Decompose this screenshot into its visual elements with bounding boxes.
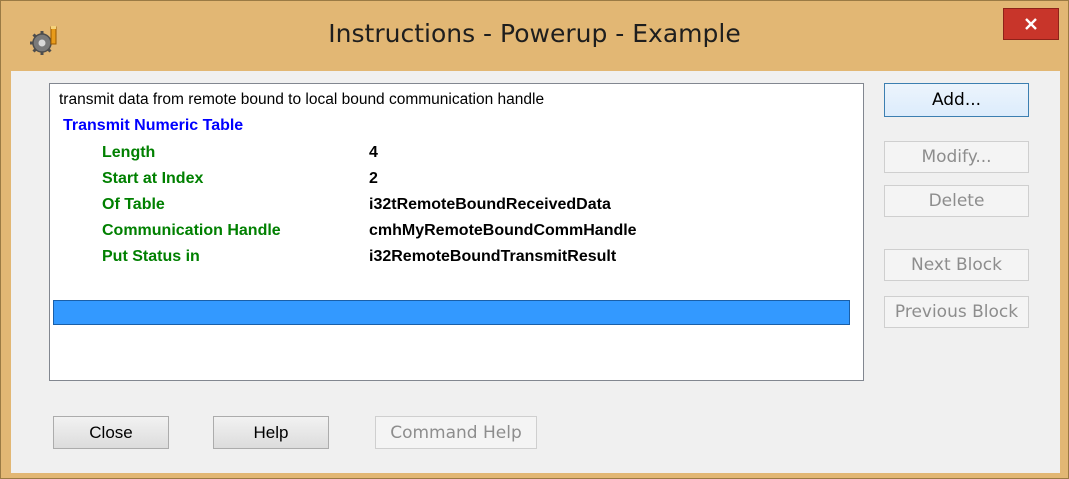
instruction-description[interactable]: transmit data from remote bound to local… [59,91,544,109]
close-button[interactable]: Close [53,416,169,449]
instruction-list[interactable]: transmit data from remote bound to local… [49,83,864,381]
param-name-comm-handle: Communication Handle [102,222,281,239]
previous-block-button[interactable]: Previous Block [884,296,1029,328]
window-close-button[interactable] [1003,8,1059,40]
param-value-of-table: i32tRemoteBoundReceivedData [369,196,611,213]
command-help-button[interactable]: Command Help [375,416,537,449]
dialog-client-area: transmit data from remote bound to local… [11,71,1060,473]
title-bar[interactable]: Instructions - Powerup - Example [1,1,1068,81]
next-block-button[interactable]: Next Block [884,249,1029,281]
modify-button[interactable]: Modify... [884,141,1029,173]
add-button[interactable]: Add... [884,83,1029,117]
instruction-command[interactable]: Transmit Numeric Table [63,117,243,135]
delete-button[interactable]: Delete [884,185,1029,217]
param-name-start-index: Start at Index [102,170,204,187]
param-value-status: i32RemoteBoundTransmitResult [369,248,617,265]
window-title: Instructions - Powerup - Example [328,19,741,48]
param-value-comm-handle: cmhMyRemoteBoundCommHandle [369,222,637,239]
param-name-length: Length [102,144,156,161]
close-icon [1025,18,1037,30]
help-button[interactable]: Help [213,416,329,449]
param-value-start-index: 2 [369,170,378,187]
selected-insertion-row[interactable] [53,300,850,325]
param-name-status: Put Status in [102,248,200,265]
param-name-of-table: Of Table [102,196,165,213]
param-value-length: 4 [369,144,378,161]
dialog-window: Instructions - Powerup - Example transmi… [0,0,1069,479]
